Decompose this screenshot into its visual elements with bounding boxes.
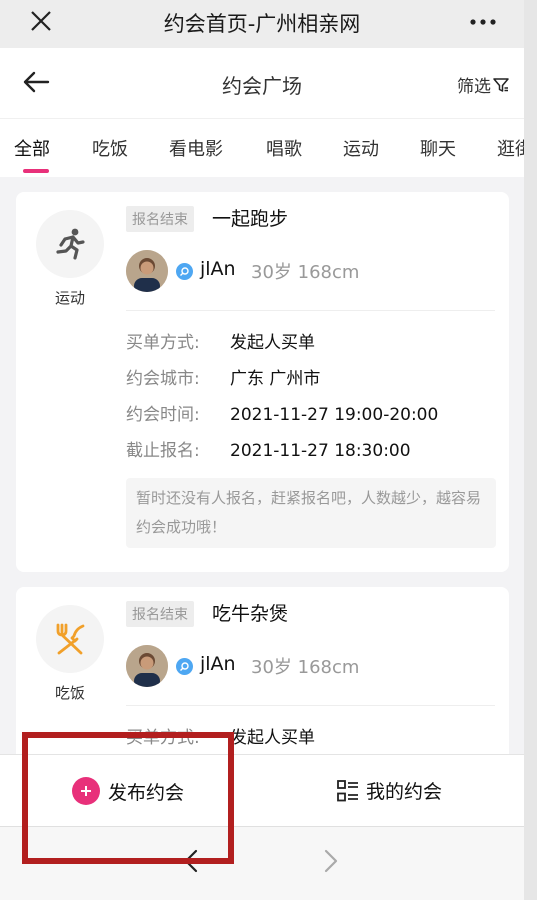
my-dates-button[interactable]: 我的约会 — [336, 777, 442, 804]
tab-sports[interactable]: 运动 — [343, 135, 379, 161]
row-value: 发起人买单 — [230, 728, 315, 748]
status-badge: 报名结束 — [126, 601, 194, 627]
tab-movie[interactable]: 看电影 — [169, 135, 223, 161]
tab-all[interactable]: 全部 — [14, 135, 50, 161]
publish-label: 发布约会 — [108, 781, 185, 804]
row-label: 买单方式: — [126, 728, 200, 748]
tab-singing[interactable]: 唱歌 — [266, 135, 302, 161]
row-value: 2021-11-27 19:00-20:00 — [230, 405, 439, 425]
user-name: jlAn — [200, 258, 236, 280]
active-tab-indicator — [23, 169, 49, 173]
webview-title: 约会首页-广州相亲网 — [163, 12, 361, 36]
page-title: 约会广场 — [222, 74, 302, 98]
signup-notice: 暂时还没有人报名，赶紧报名吧，人数越少，越容易约会成功哦！ — [126, 478, 496, 548]
row-label: 约会时间: — [126, 405, 200, 425]
webview-title-bar: 约会首页-广州相亲网 — [0, 0, 524, 48]
publish-date-button[interactable]: 发布约会 — [72, 777, 184, 805]
category-icon-circle — [36, 605, 104, 673]
tab-shopping[interactable]: 逛街 — [497, 135, 524, 161]
status-badge: 报名结束 — [126, 206, 194, 232]
browser-nav-bar — [0, 826, 524, 900]
page-header: 约会广场 筛选 — [0, 48, 524, 118]
city-row: 约会城市: 广东 广州市 — [126, 364, 320, 389]
user-info: 30岁 168cm — [251, 262, 360, 283]
verified-icon — [176, 263, 193, 280]
user-info: 30岁 168cm — [251, 657, 360, 678]
divider — [126, 705, 495, 706]
list-icon — [337, 779, 358, 801]
category-icon-circle — [36, 210, 104, 278]
row-label: 买单方式: — [126, 333, 200, 353]
activity-title: 一起跑步 — [212, 208, 289, 230]
chevron-left-icon[interactable] — [181, 847, 201, 875]
filter-button[interactable]: 筛选 — [457, 72, 510, 97]
category-label: 运动 — [54, 289, 85, 307]
chevron-right-icon[interactable] — [321, 847, 341, 875]
filter-label: 筛选 — [457, 77, 491, 97]
running-icon — [56, 228, 85, 260]
bottom-action-bar: 发布约会 我的约会 — [0, 754, 524, 827]
user-name: jlAn — [200, 653, 236, 675]
tab-dining[interactable]: 吃饭 — [92, 135, 128, 161]
row-value: 发起人买单 — [230, 333, 315, 353]
row-value: 广东 广州市 — [230, 369, 321, 389]
plus-icon — [72, 777, 100, 805]
category-label: 吃饭 — [54, 684, 85, 702]
avatar[interactable] — [126, 250, 168, 292]
verified-icon — [176, 658, 193, 675]
divider — [126, 310, 495, 311]
activity-title: 吃牛杂煲 — [212, 603, 289, 625]
fork-knife-icon — [56, 623, 85, 655]
funnel-icon — [493, 77, 509, 92]
my-dates-label: 我的约会 — [366, 781, 443, 803]
time-row: 约会时间: 2021-11-27 19:00-20:00 — [126, 400, 438, 425]
app-frame: 约会首页-广州相亲网 约会广场 筛选 全部 吃饭 看电影 唱歌 运动 聊天 逛街 — [0, 0, 524, 900]
avatar[interactable] — [126, 645, 168, 687]
deadline-row: 截止报名: 2021-11-27 18:30:00 — [126, 436, 411, 461]
date-card[interactable]: 运动 报名结束 一起跑步 jlAn 30岁 168cm 买单方式: 发起人买单 约… — [16, 192, 509, 572]
row-value: 2021-11-27 18:30:00 — [230, 441, 411, 461]
row-label: 约会城市: — [126, 369, 200, 389]
category-tabs: 全部 吃饭 看电影 唱歌 运动 聊天 逛街 — [0, 118, 524, 177]
tab-chat[interactable]: 聊天 — [420, 135, 456, 161]
payment-row: 买单方式: 发起人买单 — [126, 723, 315, 748]
more-icon[interactable] — [470, 18, 496, 26]
payment-row: 买单方式: 发起人买单 — [126, 328, 315, 353]
row-label: 截止报名: — [126, 441, 200, 461]
